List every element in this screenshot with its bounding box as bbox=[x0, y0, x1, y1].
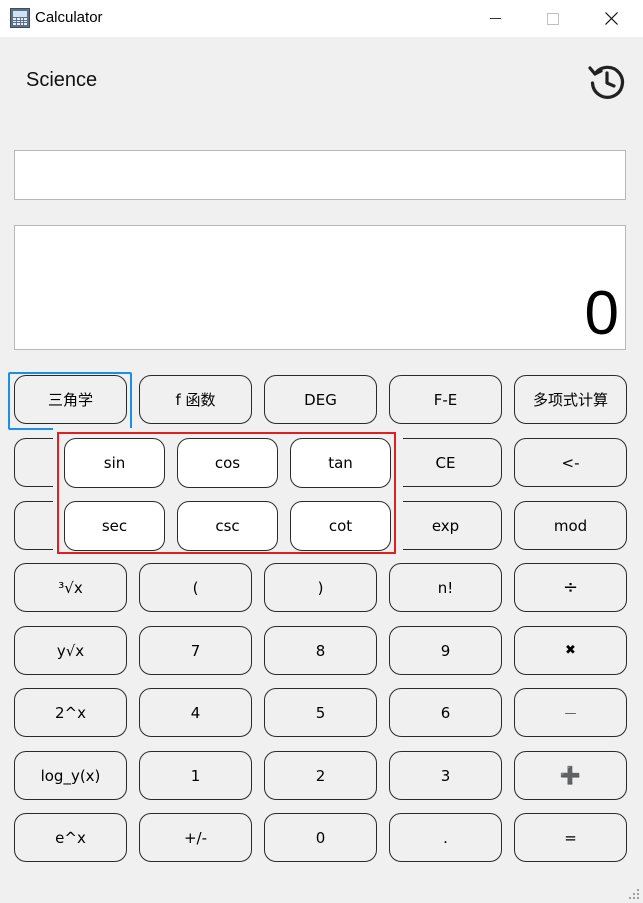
close-button[interactable] bbox=[582, 0, 640, 37]
y-root-button[interactable]: y√x bbox=[14, 626, 127, 675]
maximize-icon bbox=[547, 12, 559, 25]
digit-6-button[interactable]: 6 bbox=[389, 688, 502, 737]
trig-button-focus-ring bbox=[8, 372, 132, 430]
exp-button[interactable]: exp bbox=[389, 501, 502, 550]
sec-button[interactable]: sec bbox=[64, 501, 165, 551]
history-icon bbox=[588, 65, 625, 99]
maximize-button[interactable] bbox=[524, 0, 582, 37]
digit-1-button[interactable]: 1 bbox=[139, 751, 252, 800]
digit-0-button[interactable]: 0 bbox=[264, 813, 377, 862]
left-paren-button[interactable]: ( bbox=[139, 563, 252, 612]
cube-root-button[interactable]: ³√x bbox=[14, 563, 127, 612]
factorial-button[interactable]: n! bbox=[389, 563, 502, 612]
polynomial-button[interactable]: 多项式计算 bbox=[514, 375, 627, 424]
result-display: 0 bbox=[14, 225, 626, 350]
sin-button[interactable]: sin bbox=[64, 438, 165, 488]
angle-unit-button[interactable]: DEG bbox=[264, 375, 377, 424]
function-button[interactable]: f 函数 bbox=[139, 375, 252, 424]
close-icon bbox=[604, 12, 618, 25]
minimize-button[interactable] bbox=[466, 0, 524, 37]
title-bar: Calculator bbox=[0, 0, 643, 37]
expression-display bbox=[14, 150, 626, 200]
equals-button[interactable]: = bbox=[514, 813, 627, 862]
mode-label: Science bbox=[26, 69, 98, 91]
subtract-button[interactable]: — bbox=[514, 688, 627, 737]
e-pow-button[interactable]: e^x bbox=[14, 813, 127, 862]
digit-7-button[interactable]: 7 bbox=[139, 626, 252, 675]
add-button[interactable]: ➕ bbox=[514, 751, 627, 800]
window-title: Calculator bbox=[35, 9, 103, 26]
decimal-button[interactable]: . bbox=[389, 813, 502, 862]
mod-button[interactable]: mod bbox=[514, 501, 627, 550]
result-value: 0 bbox=[584, 279, 619, 348]
digit-4-button[interactable]: 4 bbox=[139, 688, 252, 737]
digit-5-button[interactable]: 5 bbox=[264, 688, 377, 737]
two-pow-button[interactable]: 2^x bbox=[14, 688, 127, 737]
divide-button[interactable]: ÷ bbox=[514, 563, 627, 612]
cot-button[interactable]: cot bbox=[290, 501, 391, 551]
log-y-button[interactable]: log_y(x) bbox=[14, 751, 127, 800]
digit-3-button[interactable]: 3 bbox=[389, 751, 502, 800]
calculator-app-icon bbox=[10, 8, 30, 28]
ce-button[interactable]: CE bbox=[389, 438, 502, 487]
history-button[interactable] bbox=[587, 62, 627, 102]
backspace-button[interactable]: <- bbox=[514, 438, 627, 487]
right-paren-button[interactable]: ) bbox=[264, 563, 377, 612]
csc-button[interactable]: csc bbox=[177, 501, 278, 551]
digit-2-button[interactable]: 2 bbox=[264, 751, 377, 800]
digit-8-button[interactable]: 8 bbox=[264, 626, 377, 675]
tan-button[interactable]: tan bbox=[290, 438, 391, 488]
resize-grip-icon[interactable] bbox=[628, 888, 640, 900]
cos-button[interactable]: cos bbox=[177, 438, 278, 488]
negate-button[interactable]: +/- bbox=[139, 813, 252, 862]
digit-9-button[interactable]: 9 bbox=[389, 626, 502, 675]
fe-button[interactable]: F-E bbox=[389, 375, 502, 424]
multiply-button[interactable]: ✖ bbox=[514, 626, 627, 675]
minimize-icon bbox=[489, 18, 501, 19]
